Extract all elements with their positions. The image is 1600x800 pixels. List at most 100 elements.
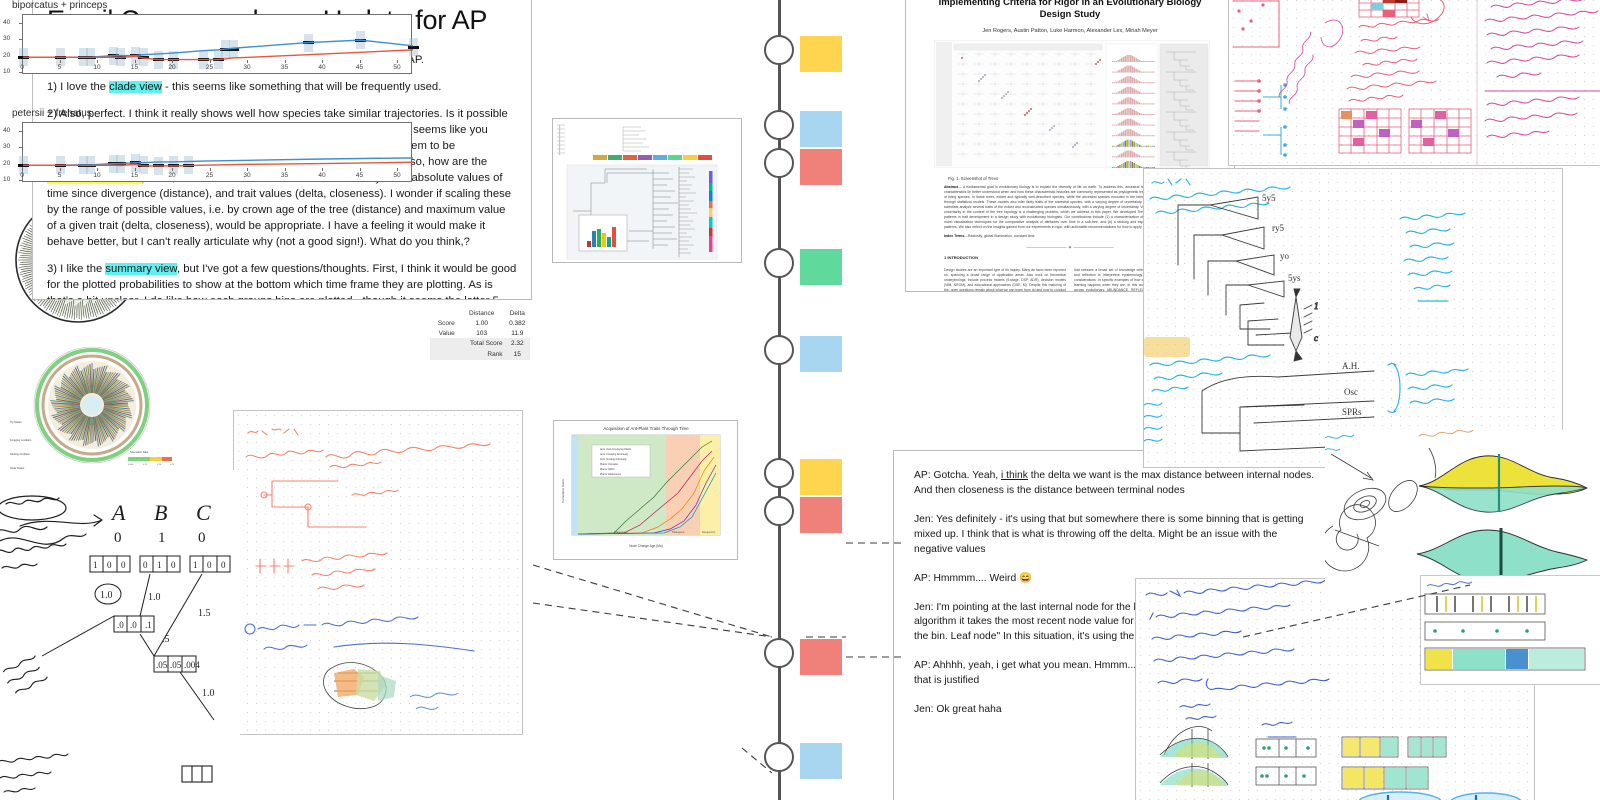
timeline-swatch-blue[interactable] (800, 743, 842, 779)
paper-column-left: Design studies are an important type of … (944, 268, 1066, 292)
handwritten-note-cyan[interactable]: c 1 A.H. Osc SPRs aux 5y5 ry5 yo 5ys (1143, 168, 1563, 468)
state-shift-svg (1424, 581, 1586, 671)
chart-x-tick-label: 30 (243, 172, 251, 179)
chart-title: petersii + frenatus (12, 108, 92, 119)
email-point-3: 3) I like the summary view, but I've got… (47, 263, 517, 299)
svg-text:ry5: ry5 (1272, 223, 1284, 233)
svg-text:0: 0 (121, 560, 126, 570)
svg-text:.05: .05 (170, 660, 182, 670)
timeline-node[interactable] (764, 148, 794, 178)
chart-x-tick (97, 168, 98, 171)
chart-x-tick-label: 50 (393, 64, 401, 71)
chart-x-tick-label: 50 (393, 172, 401, 179)
timeline-swatch-red[interactable] (800, 639, 842, 675)
timeline-swatch-yellow[interactable] (800, 459, 842, 495)
svg-text:SPRs: SPRs (1342, 407, 1362, 417)
svg-text:B: B (154, 500, 167, 525)
highlight-summary-view: summary view (105, 263, 177, 276)
timeline-node[interactable] (764, 35, 794, 65)
chat-underlined-text: i think (1001, 470, 1028, 481)
svg-text:Ants: Foraging Arboreally: Ants: Foraging Arboreally (600, 453, 629, 456)
svg-text:0: 0 (221, 560, 226, 570)
chat-message: AP: Gotcha. Yeah, i think the delta we w… (914, 469, 1319, 499)
svg-text:.0: .0 (130, 620, 137, 630)
timeline-node[interactable] (764, 110, 794, 140)
row-label: Score (437, 319, 455, 327)
orange-ink-svg (244, 428, 491, 710)
chart-x-tick (172, 168, 173, 171)
ant-plant-traits-chart[interactable]: Acquisition of Ant-Plant Traits Through … (553, 420, 738, 560)
svg-text:0: 0 (143, 560, 148, 570)
chat-message-text: AP: Hmmmm.... Weird 😄 (914, 572, 1032, 584)
chart-x-tick-label: 35 (280, 64, 289, 71)
chart-x-tick (22, 60, 23, 63)
chart-y-tick-label: 20 (3, 51, 11, 59)
chart-x-tick (397, 168, 398, 171)
chart-x-tick (322, 60, 323, 63)
chart-x-tick (209, 168, 211, 171)
chart-x-tick (284, 168, 286, 171)
svg-text:Neogene/Q: Neogene/Q (702, 530, 715, 534)
timeline-swatch-blue[interactable] (800, 336, 842, 372)
table-row: Score 1.00 0.382 (430, 318, 530, 328)
circular-speciation-figure[interactable]: Tip States Foraging condition Nesting co… (0, 335, 185, 485)
chart-x-tick (209, 60, 211, 63)
total-score-row: Total Score 2.32 (430, 338, 530, 349)
paper-authors: Jen Rogers, Austin Patton, Luke Harmon, … (982, 27, 1158, 34)
chart-y-tick-label: 30 (3, 143, 11, 151)
timeline-node[interactable] (764, 742, 794, 772)
chart-x-tick-label: 45 (355, 172, 364, 179)
chart-x-tick (97, 60, 98, 63)
handwritten-note-black[interactable]: ABC 010 100 010 100 .0.0.1 .05.05.004 1.… (0, 470, 240, 800)
handwritten-note-pink[interactable] (1228, 0, 1600, 166)
chart-x-tick (359, 168, 361, 171)
svg-text:c: c (1314, 333, 1318, 343)
chart-x-tick (22, 168, 23, 171)
chart-series-blue (23, 39, 413, 58)
svg-text:Speciation Rate: Speciation Rate (130, 450, 149, 454)
chart-x-tick-label: 20 (168, 172, 176, 179)
svg-text:1.0: 1.0 (100, 590, 113, 601)
chart-x-tick-label: 20 (168, 64, 176, 71)
svg-text:C: C (196, 500, 211, 525)
chart-x-axis: 0 5 10 15 20 25 30 35 40 45 50 (20, 60, 412, 72)
handwritten-note-orange[interactable] (233, 410, 523, 735)
chart-title: biporcatus + princeps (12, 0, 108, 11)
chart-x-tick-label: 0 (20, 64, 24, 71)
svg-text:1.0: 1.0 (148, 592, 161, 603)
state-shift-diagram-card[interactable] (1420, 575, 1600, 685)
timeline-swatch-yellow[interactable] (800, 36, 842, 72)
timeline-node[interactable] (764, 248, 794, 278)
circular-figure-svg: Tip States Foraging condition Nesting co… (10, 346, 175, 470)
chart-x-tick (397, 60, 398, 63)
timeline-swatch-green[interactable] (800, 249, 842, 285)
chart-x-tick-label: 25 (205, 172, 214, 179)
chart-x-tick-label: 15 (130, 172, 139, 179)
chart-series-red (23, 49, 413, 61)
svg-text:Osc: Osc (1344, 387, 1358, 397)
svg-text:0.70: 0.70 (143, 464, 148, 466)
timeline-swatch-blue[interactable] (800, 111, 842, 147)
timeline-track[interactable] (764, 0, 860, 800)
svg-text:yo: yo (1280, 251, 1290, 261)
timeline-node[interactable] (764, 335, 794, 365)
timeline-swatch-red[interactable] (800, 497, 842, 533)
phylogenetic-tree-figure[interactable] (552, 118, 742, 263)
svg-text:.004: .004 (184, 660, 200, 670)
timeline-node[interactable] (764, 458, 794, 488)
svg-text:Ants: Oak-Occupying Plants: Ants: Oak-Occupying Plants (600, 448, 632, 451)
tree-figure-svg (557, 124, 718, 260)
score-col-distance: Distance (469, 309, 495, 317)
svg-text:Ants: Nesting Arboreally: Ants: Nesting Arboreally (600, 458, 627, 461)
chart-x-tick (284, 60, 286, 63)
highlight-clade-view: clade view (109, 80, 162, 93)
timeline-node[interactable] (764, 638, 794, 668)
chart-biporcatus-princeps: biporcatus + princeps 10 20 30 40 0 5 10 15 20 2… (0, 0, 482, 82)
timeline-swatch-red[interactable] (800, 149, 842, 185)
svg-text:.0: .0 (117, 620, 124, 630)
chat-message-text: AP: Gotcha. Yeah, (914, 470, 1002, 481)
chart-x-tick-label: 45 (355, 64, 364, 71)
timeline-node[interactable] (764, 496, 794, 526)
chart-x-tick (172, 60, 173, 63)
chart-x-tick (134, 168, 136, 171)
